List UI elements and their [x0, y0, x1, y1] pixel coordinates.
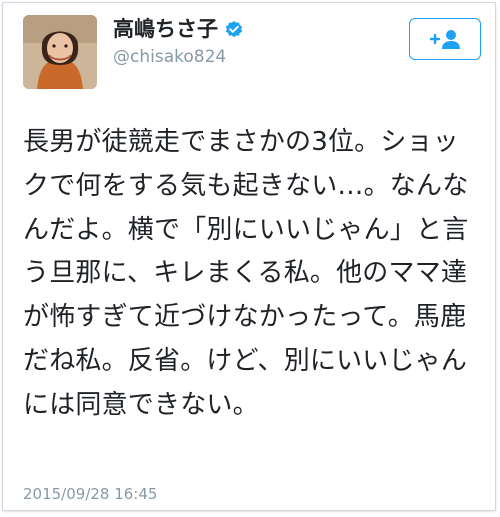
tweet-text: 長男が徒競走でまさかの3位。ショックで何をする気も起きない…。なんなんだよ。横で… — [23, 127, 469, 420]
user-handle[interactable]: @chisako824 — [113, 49, 226, 66]
display-name-text: 高嶋ちさ子 — [113, 17, 218, 41]
verified-badge-icon — [224, 20, 244, 40]
follow-button[interactable] — [409, 18, 481, 60]
tweet-card: 高嶋ちさ子 @chisako824 長男が徒競走でまさかの3位。ショックで何をす… — [2, 2, 496, 511]
follow-user-icon — [429, 30, 460, 49]
tweet-timestamp[interactable]: 2015/09/28 16:45 — [23, 487, 157, 502]
display-name[interactable]: 高嶋ちさ子 — [113, 19, 244, 40]
avatar-image — [23, 15, 97, 89]
avatar[interactable] — [23, 15, 97, 89]
